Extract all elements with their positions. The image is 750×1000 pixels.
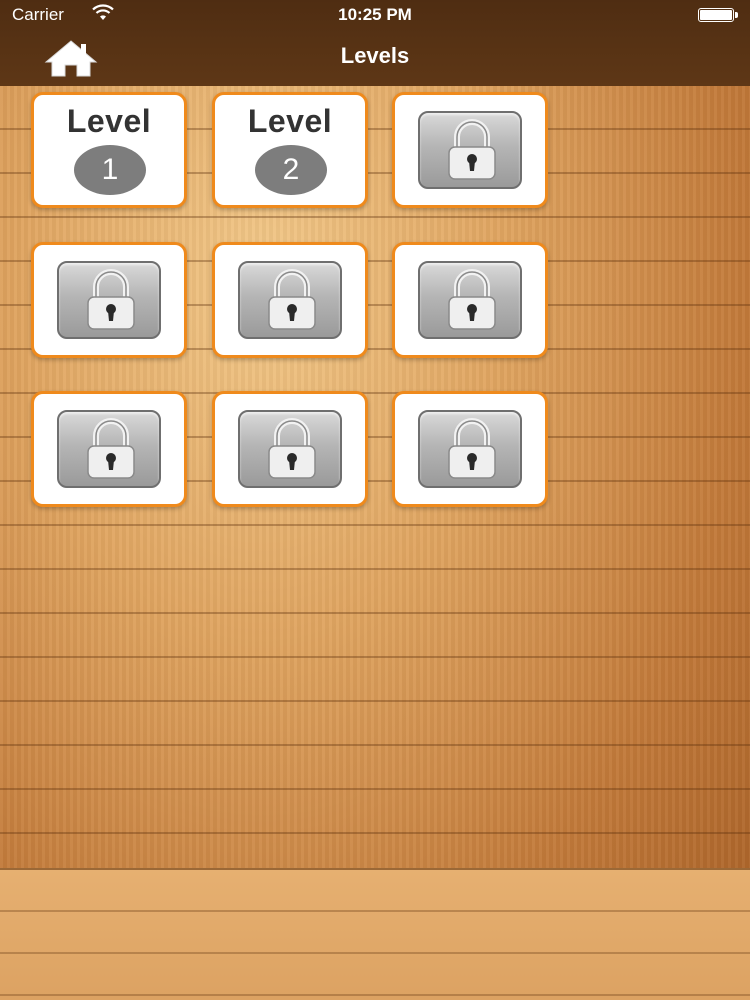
lock-badge (418, 111, 522, 189)
locked-level-5-button[interactable] (212, 242, 368, 358)
locked-level-4-button[interactable] (31, 242, 187, 358)
locked-level-7-button[interactable] (31, 391, 187, 507)
padlock-icon (268, 418, 316, 479)
padlock-icon (448, 418, 496, 479)
padlock-icon (268, 269, 316, 330)
padlock-icon (87, 418, 135, 479)
wood-background-lower (0, 868, 750, 1000)
padlock-icon (448, 119, 496, 180)
padlock-icon (448, 269, 496, 330)
lock-badge (418, 261, 522, 339)
locked-level-3-button[interactable] (392, 92, 548, 208)
locked-level-8-button[interactable] (212, 391, 368, 507)
status-bar: Carrier 10:25 PM (0, 0, 750, 30)
lock-badge (238, 410, 342, 488)
battery-icon (698, 8, 738, 22)
level-1-button[interactable]: Level 1 (31, 92, 187, 208)
navigation-bar: Carrier 10:25 PM Levels (0, 0, 750, 86)
level-label: Level (66, 103, 152, 139)
locked-level-9-button[interactable] (392, 391, 548, 507)
locked-level-6-button[interactable] (392, 242, 548, 358)
page-title: Levels (340, 43, 410, 68)
level-number-badge: 2 (255, 145, 327, 195)
clock: 10:25 PM (338, 5, 412, 24)
padlock-icon (87, 269, 135, 330)
level-2-button[interactable]: Level 2 (212, 92, 368, 208)
lock-badge (418, 410, 522, 488)
level-number-badge: 1 (74, 145, 146, 195)
level-label: Level (247, 103, 333, 139)
lock-badge (238, 261, 342, 339)
lock-badge (57, 261, 161, 339)
lock-badge (57, 410, 161, 488)
